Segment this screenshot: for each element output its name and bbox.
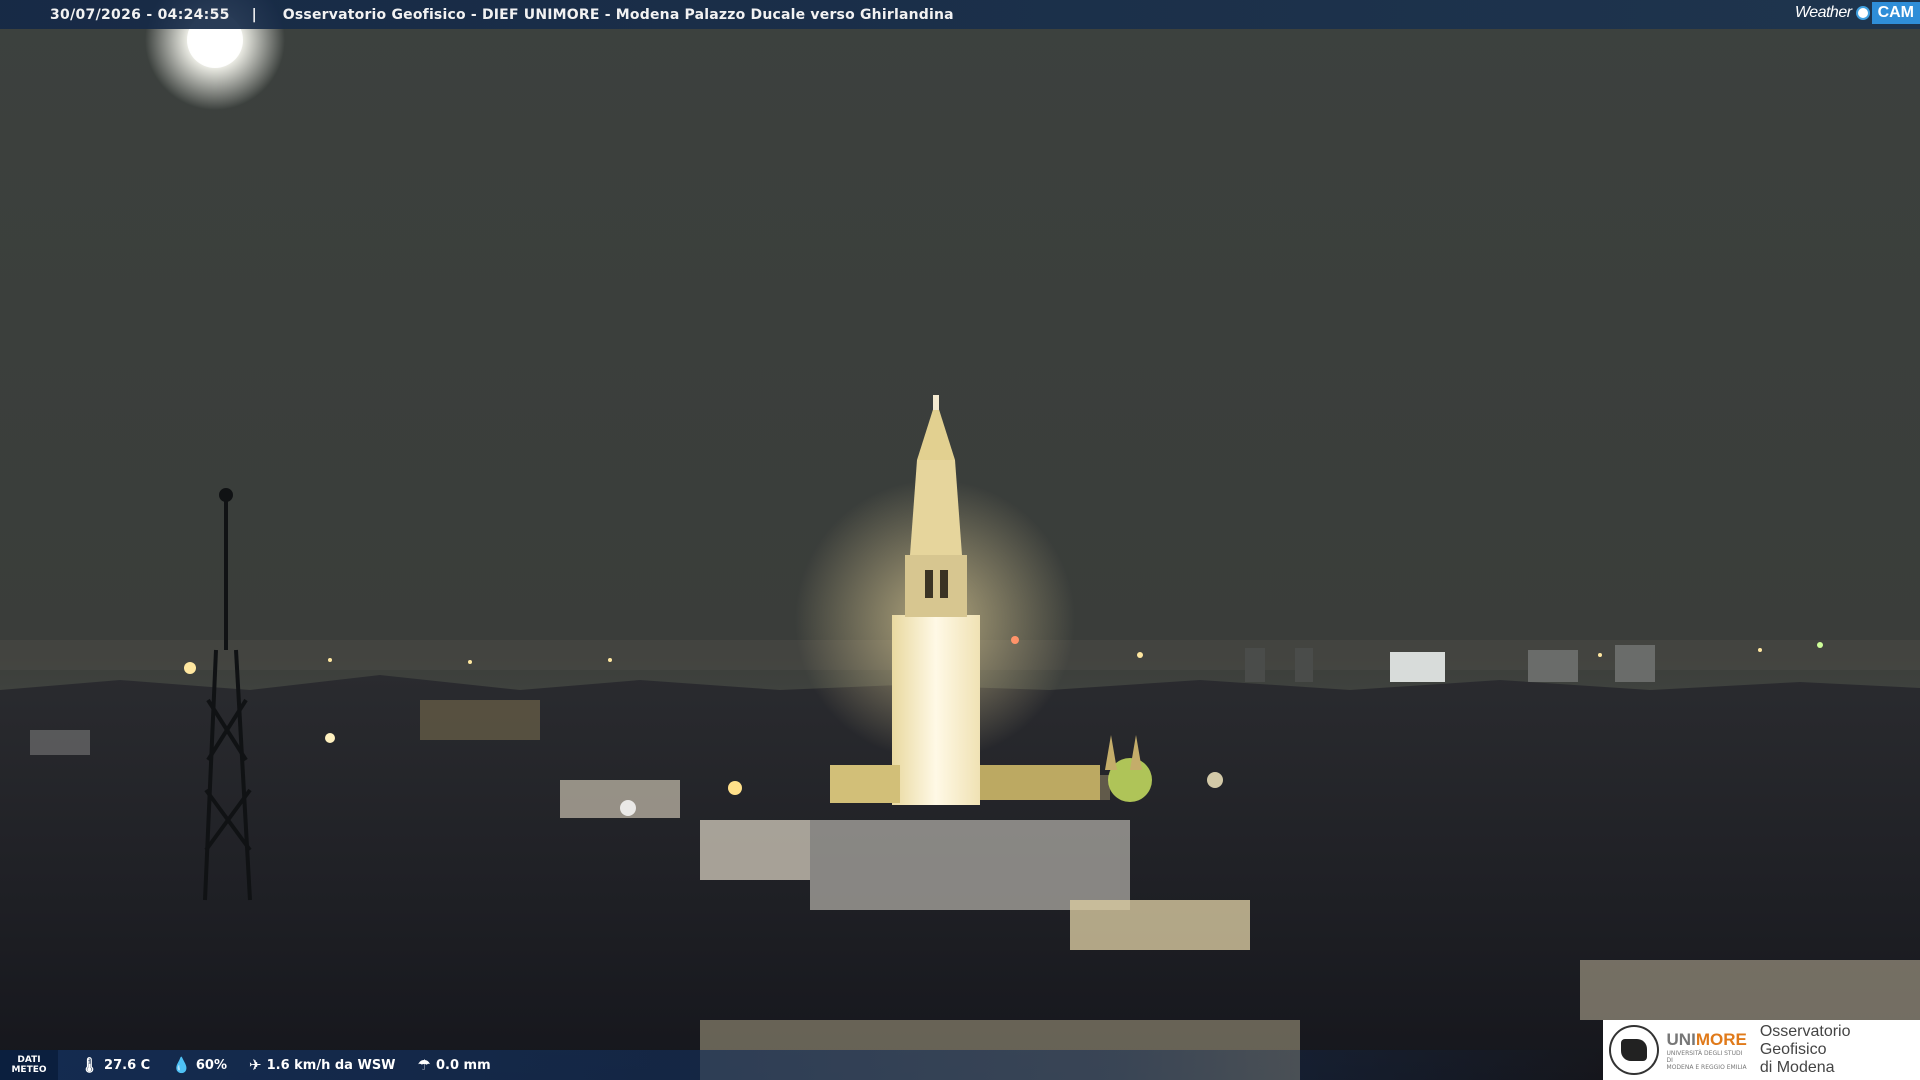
weathercam-logo: Weather CAM [1787,0,1920,26]
rain-value: 0.0 mm [435,1057,491,1073]
unimore-wordmark: UNIMORE UNIVERSITÀ DEGLI STUDI DI MODENA… [1667,1030,1750,1071]
humidity-value: 60% [195,1057,228,1073]
camera-title: Osservatorio Geofisico - DIEF UNIMORE - … [282,6,954,23]
timestamp: 30/07/2026 - 04:24:55 [50,6,230,23]
dati-label-line2: METEO [11,1065,47,1075]
title-separator: | [251,6,257,23]
wind-item: ✈ 1.6 km/h da WSW [249,1056,396,1074]
rain-icon: ☂ [417,1056,431,1074]
brand-dot-icon [1855,6,1870,20]
webcam-scene [0,0,1920,1080]
unimore-seal-icon [1609,1025,1659,1075]
dati-meteo-label: DATI METEO [0,1050,58,1080]
obs-line1: Osservatorio Geofisico [1759,1023,1851,1058]
unimore-logo-panel: UNIMORE UNIVERSITÀ DEGLI STUDI DI MODENA… [1603,1020,1920,1080]
drop-icon: 💧 [172,1056,191,1074]
uni-sub-line1: UNIVERSITÀ DEGLI STUDI DI [1666,1049,1743,1064]
more-text: MORE [1695,1029,1747,1049]
obs-line2: di Modena [1759,1059,1835,1076]
uni-sub-line2: MODENA E REGGIO EMILIA [1666,1063,1747,1071]
temperature-value: 27.6 C [104,1057,151,1073]
wind-icon: ✈ [249,1056,262,1074]
observatory-name: Osservatorio Geofisico di Modena [1760,1023,1920,1077]
top-overlay-bar: 30/07/2026 - 04:24:55 | Osservatorio Geo… [0,0,1920,29]
thermometer-icon: 🌡 [80,1056,100,1074]
wind-value: 1.6 km/h da WSW [266,1057,396,1073]
rain-item: ☂ 0.0 mm [418,1056,491,1074]
weather-data-bar: DATI METEO 🌡 27.6 C 💧 60% ✈ 1.6 km/h da … [0,1050,1600,1080]
brand-weather-text: Weather [1794,4,1852,21]
brand-cam-text: CAM [1871,2,1920,24]
temperature-item: 🌡 27.6 C [80,1056,150,1074]
uni-text: UNI [1666,1029,1696,1049]
humidity-item: 💧 60% [172,1056,227,1074]
dati-label-line1: DATI [17,1055,41,1065]
